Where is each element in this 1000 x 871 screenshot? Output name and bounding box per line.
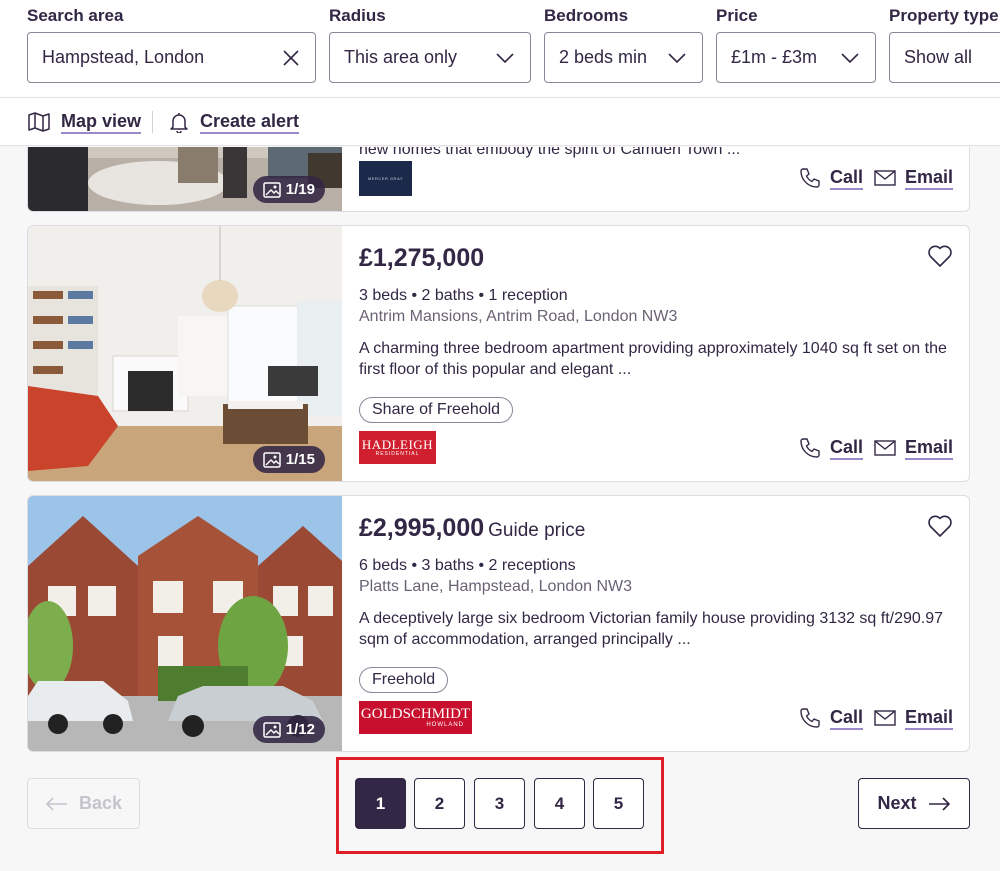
listing-photo[interactable]: 1/19: [28, 147, 342, 211]
toolbar-divider: [152, 111, 153, 133]
price-select[interactable]: £1m - £3m: [716, 32, 876, 83]
listing-specs: 6 beds • 3 baths • 2 receptions: [359, 557, 576, 574]
tenure-tag: Share of Freehold: [359, 397, 514, 423]
listing-description: new homes that embody the spirit of Camd…: [359, 147, 741, 158]
listing-card[interactable]: 1/19 new homes that embody the spirit of…: [27, 147, 970, 212]
next-label: Next: [877, 793, 917, 813]
listing-description: A deceptively large six bedroom Victoria…: [359, 610, 944, 648]
email-label: Email: [904, 436, 953, 460]
agent-logo[interactable]: MERCER GRAY: [359, 161, 412, 196]
clear-icon[interactable]: [281, 48, 301, 68]
call-label: Call: [829, 706, 863, 730]
chevron-down-icon: [841, 52, 859, 63]
radius-select[interactable]: This area only: [329, 32, 531, 83]
map-view-label: Map view: [61, 110, 142, 134]
phone-icon: [800, 438, 820, 458]
listing-photo[interactable]: 1/15: [28, 226, 342, 481]
listing-description: A charming three bedroom apartment provi…: [359, 340, 947, 378]
listing-address: Antrim Mansions, Antrim Road, London NW3: [359, 308, 678, 325]
listing-specs: 3 beds • 2 baths • 1 reception: [359, 287, 568, 304]
listing-address: Platts Lane, Hampstead, London NW3: [359, 578, 633, 595]
call-button[interactable]: Call: [798, 166, 863, 190]
agent-logo[interactable]: HADLEIGH RESIDENTIAL: [359, 431, 436, 464]
call-label: Call: [829, 166, 863, 190]
chevron-down-icon: [496, 52, 514, 63]
arrow-left-icon: [45, 796, 67, 811]
image-icon: [263, 451, 281, 468]
bedrooms-label: Bedrooms: [544, 6, 629, 25]
listing-card[interactable]: 1/15 £1,275,000 3 beds • 2 baths • 1 rec…: [27, 225, 970, 482]
map-view-link[interactable]: Map view: [27, 110, 142, 134]
listing-price: £1,275,000: [359, 244, 488, 273]
email-button[interactable]: Email: [873, 166, 953, 190]
photo-count: 1/12: [285, 721, 315, 738]
phone-icon: [800, 168, 820, 188]
back-button[interactable]: Back: [27, 778, 140, 829]
search-area-label: Search area: [27, 6, 124, 25]
results-toolbar: Map view Create alert: [0, 97, 1000, 146]
heart-icon[interactable]: [927, 244, 953, 268]
price-value: £1,275,000: [359, 244, 485, 272]
property-type-select[interactable]: Show all: [889, 32, 1000, 83]
image-icon: [263, 181, 281, 198]
bedrooms-value: 2 beds min: [559, 47, 648, 67]
call-button[interactable]: Call: [798, 706, 863, 730]
bedrooms-select[interactable]: 2 beds min: [544, 32, 703, 83]
highlight-box: [336, 757, 664, 854]
price-label: Price: [716, 6, 758, 25]
price-value: £2,995,000: [359, 514, 485, 542]
listing-contacts: Call Email: [788, 166, 953, 190]
arrow-right-icon: [928, 796, 950, 811]
heart-icon[interactable]: [927, 514, 953, 538]
radius-label: Radius: [329, 6, 386, 25]
property-type-value: Show all: [904, 47, 973, 67]
listings-list: 1/19 new homes that embody the spirit of…: [0, 147, 1000, 871]
agent-logo-text: MERCER GRAY: [368, 176, 403, 181]
search-area-input[interactable]: Hampstead, London: [27, 32, 316, 83]
listing-contacts: Call Email: [788, 706, 953, 730]
photo-count-badge: 1/19: [252, 176, 325, 203]
call-button[interactable]: Call: [798, 436, 863, 460]
agent-logo[interactable]: GOLDSCHMIDT HOWLAND: [359, 701, 472, 734]
price-qualifier: Guide price: [488, 520, 586, 541]
photo-count: 1/15: [285, 451, 315, 468]
photo-count: 1/19: [285, 181, 315, 198]
search-filters-bar: Search area Hampstead, London Radius Thi…: [0, 0, 1000, 97]
call-label: Call: [829, 436, 863, 460]
envelope-icon: [874, 170, 896, 186]
listing-price: £2,995,000 Guide price: [359, 514, 585, 543]
tenure-tag: Freehold: [359, 667, 449, 693]
agent-logo-text: GOLDSCHMIDT: [360, 706, 471, 722]
email-button[interactable]: Email: [873, 706, 953, 730]
listing-photo[interactable]: 1/12: [28, 496, 342, 751]
chevron-down-icon: [668, 52, 686, 63]
agent-logo-subtext: HOWLAND: [426, 722, 464, 728]
back-label: Back: [78, 793, 123, 813]
photo-count-badge: 1/12: [252, 716, 325, 743]
price-value: £1m - £3m: [731, 47, 818, 67]
image-icon: [263, 721, 281, 738]
create-alert-label: Create alert: [200, 110, 300, 134]
listing-contacts: Call Email: [788, 436, 953, 460]
bell-icon: [170, 113, 188, 133]
photo-count-badge: 1/15: [252, 446, 325, 473]
agent-logo-text: HADLEIGH: [361, 437, 434, 452]
phone-icon: [800, 708, 820, 728]
email-label: Email: [904, 166, 953, 190]
email-button[interactable]: Email: [873, 436, 953, 460]
search-area-value: Hampstead, London: [42, 47, 205, 67]
map-icon: [28, 112, 50, 132]
email-label: Email: [904, 706, 953, 730]
property-type-label: Property type: [889, 6, 999, 25]
pagination: Back 1 2 3 4 5 Next: [0, 755, 1000, 871]
agent-logo-subtext: RESIDENTIAL: [375, 451, 420, 457]
listing-card[interactable]: 1/12 £2,995,000 Guide price 6 beds • 3 ba…: [27, 495, 970, 752]
envelope-icon: [874, 440, 896, 456]
radius-value: This area only: [344, 47, 458, 67]
next-button[interactable]: Next: [858, 778, 970, 829]
envelope-icon: [874, 710, 896, 726]
create-alert-link[interactable]: Create alert: [168, 110, 300, 134]
